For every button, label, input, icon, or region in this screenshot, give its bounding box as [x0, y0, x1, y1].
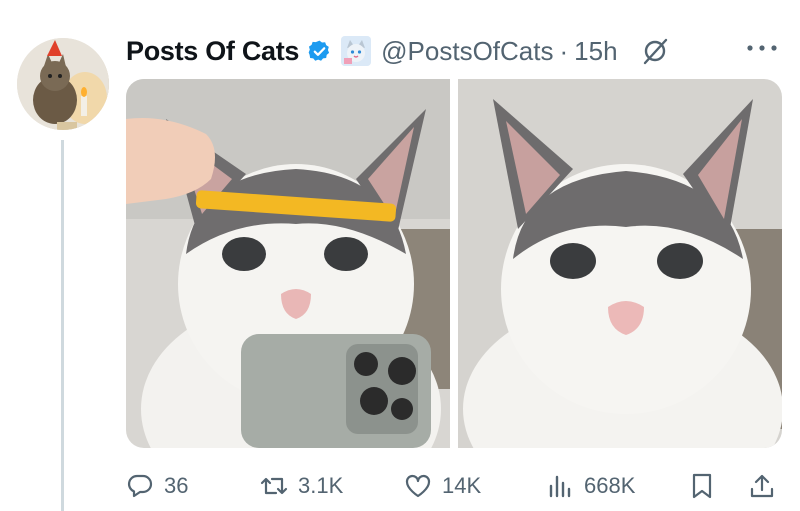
cat-photo-with-comb-and-phone — [126, 79, 450, 448]
share-button[interactable] — [748, 466, 776, 506]
bookmark-icon — [692, 473, 712, 499]
grok-icon[interactable] — [640, 36, 670, 66]
post-header: Posts Of Cats @PostsOfCats · 15h — [126, 31, 670, 71]
avatar[interactable] — [17, 38, 109, 130]
media-grid — [126, 79, 782, 448]
views-button[interactable]: 668K — [546, 466, 635, 506]
display-name[interactable]: Posts Of Cats — [126, 36, 299, 67]
repost-count: 3.1K — [298, 473, 344, 498]
thread-line — [61, 140, 64, 511]
separator-dot: · — [559, 35, 569, 66]
share-icon — [750, 474, 774, 498]
bookmark-button[interactable] — [688, 466, 716, 506]
reply-count: 36 — [164, 473, 189, 498]
post-time[interactable]: 15h — [574, 36, 617, 67]
like-button[interactable]: 14K — [404, 466, 481, 506]
speech-bubble-icon — [127, 474, 153, 498]
cat-photo-closeup — [458, 79, 782, 448]
affiliate-badge-icon[interactable] — [341, 36, 372, 66]
user-handle[interactable]: @PostsOfCats — [381, 36, 553, 67]
views-count: 668K — [584, 473, 636, 498]
repost-button[interactable]: 3.1K — [260, 466, 343, 506]
avatar-image — [17, 38, 109, 130]
verified-badge-icon[interactable] — [307, 39, 332, 64]
more-dots-icon[interactable] — [742, 36, 782, 60]
media-image-2[interactable] — [458, 79, 782, 448]
media-image-1[interactable] — [126, 79, 450, 448]
repost-icon — [260, 477, 288, 495]
like-count: 14K — [442, 473, 482, 498]
action-bar: 36 3.1K 14K 668K — [126, 466, 786, 506]
bar-chart-icon — [549, 475, 571, 498]
heart-icon — [405, 474, 431, 498]
reply-button[interactable]: 36 — [126, 466, 188, 506]
